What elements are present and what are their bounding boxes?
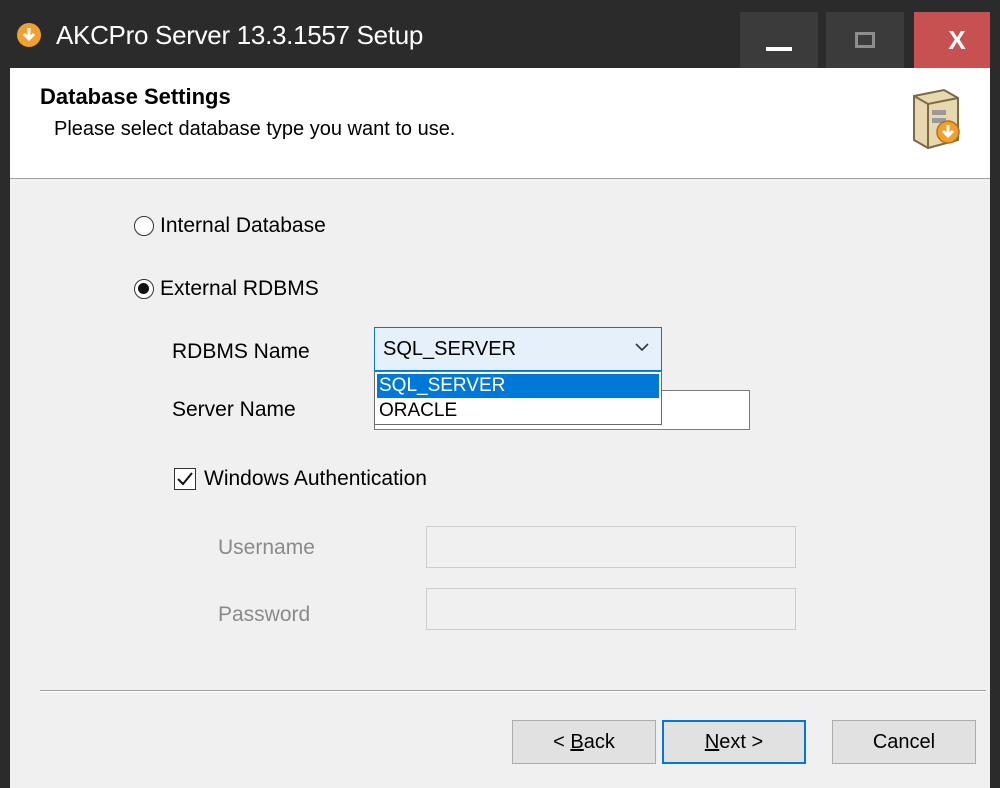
wizard-header: Database Settings Please select database… (10, 68, 990, 179)
window-title: AKCPro Server 13.3.1557 Setup (56, 20, 424, 50)
dropdown-option-oracle[interactable]: ORACLE (377, 399, 659, 423)
rdbms-selected-value: SQL_SERVER (383, 338, 517, 360)
external-rdbms-radio[interactable] (134, 279, 154, 299)
installer-app-icon (17, 23, 41, 47)
minimize-button[interactable] (740, 12, 818, 68)
page-title: Database Settings (40, 84, 231, 109)
cancel-button[interactable]: Cancel (832, 720, 976, 764)
username-label: Username (218, 536, 315, 559)
internal-database-label[interactable]: Internal Database (160, 214, 326, 238)
next-button-label: Next > (704, 730, 764, 753)
internal-database-radio[interactable] (134, 216, 154, 236)
window-border-right (990, 0, 1000, 788)
username-input[interactable] (426, 526, 796, 568)
external-rdbms-label[interactable]: External RDBMS (160, 277, 319, 301)
windows-authentication-label[interactable]: Windows Authentication (204, 467, 427, 491)
close-icon: X (948, 24, 966, 55)
checkmark-icon (177, 472, 193, 486)
radio-selected-dot (138, 283, 149, 294)
next-button[interactable]: Next > (662, 720, 806, 764)
rdbms-dropdown-list[interactable]: SQL_SERVER ORACLE (374, 371, 662, 425)
back-button-label: < Back (553, 730, 615, 753)
page-subtitle: Please select database type you want to … (54, 118, 456, 140)
close-button[interactable]: X (914, 12, 1000, 68)
password-label: Password (218, 603, 311, 626)
password-input[interactable] (426, 588, 796, 630)
window-border-left (0, 0, 10, 788)
rdbms-name-label: RDBMS Name (172, 340, 310, 363)
title-bar[interactable]: AKCPro Server 13.3.1557 Setup X (0, 0, 1000, 68)
cancel-button-label: Cancel (872, 730, 936, 753)
minimize-icon (766, 47, 792, 51)
installer-box-icon (913, 88, 960, 150)
maximize-button[interactable] (826, 12, 904, 68)
maximize-icon (855, 32, 875, 48)
setup-window: AKCPro Server 13.3.1557 Setup X Database… (0, 0, 1000, 788)
chevron-down-icon (635, 343, 649, 352)
rdbms-name-combobox[interactable]: SQL_SERVER (374, 327, 662, 371)
dropdown-option-sql-server[interactable]: SQL_SERVER (377, 374, 659, 398)
footer-separator-highlight (40, 691, 986, 692)
back-button[interactable]: < Back (512, 720, 656, 764)
server-name-label: Server Name (172, 398, 296, 421)
windows-authentication-checkbox[interactable] (174, 468, 196, 490)
